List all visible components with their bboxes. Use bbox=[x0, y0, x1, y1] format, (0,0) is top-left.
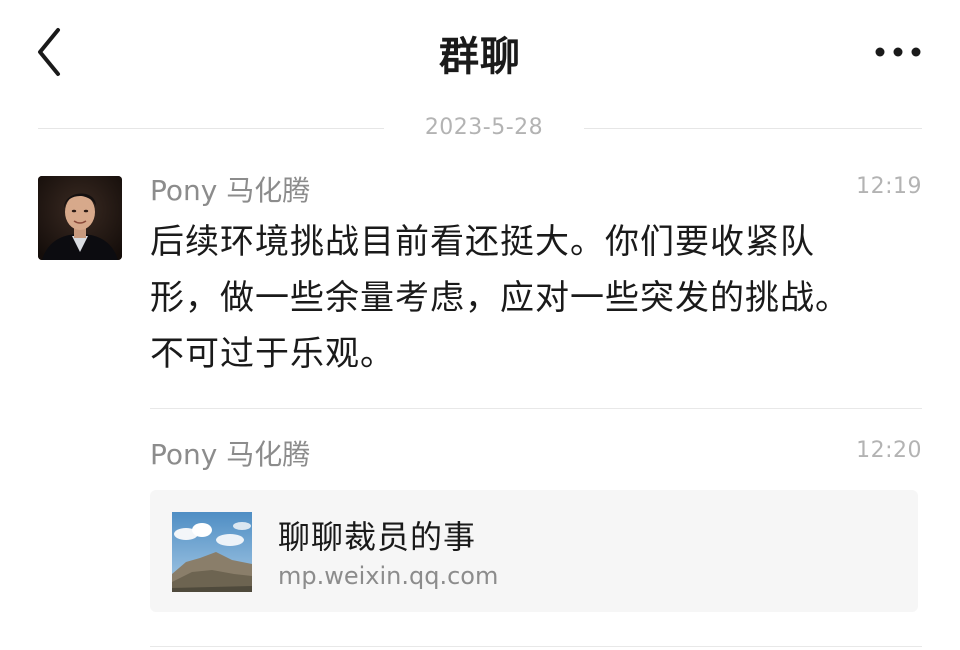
message-time: 12:19 bbox=[856, 174, 922, 199]
sender-name: Pony 马化腾 bbox=[150, 174, 311, 207]
message-separator bbox=[150, 646, 922, 647]
message-time: 12:20 bbox=[856, 438, 922, 463]
message-text-line: 不可过于乐观。 bbox=[150, 334, 395, 374]
date-divider: 2023-5-28 bbox=[38, 112, 922, 144]
divider-line bbox=[38, 128, 384, 129]
message-text[interactable]: 后续环境挑战目前看还挺大。你们要收紧队 形，做一些余量考虑，应对一些突发的挑战。… bbox=[150, 214, 922, 382]
link-thumbnail bbox=[172, 512, 252, 592]
date-label: 2023-5-28 bbox=[424, 115, 544, 140]
message-item: Pony 马化腾 12:20 bbox=[150, 436, 922, 474]
sender-name: Pony 马化腾 bbox=[150, 438, 311, 471]
landscape-thumbnail-image bbox=[172, 512, 252, 592]
message-text-line: 形，做一些余量考虑，应对一些突发的挑战。 bbox=[150, 278, 850, 318]
avatar[interactable] bbox=[38, 176, 122, 260]
message-item: Pony 马化腾 12:19 后续环境挑战目前看还挺大。你们要收紧队 形，做一些… bbox=[150, 172, 922, 382]
page-title: 群聊 bbox=[439, 34, 521, 80]
link-title: 聊聊裁员的事 bbox=[278, 518, 477, 556]
message-separator bbox=[150, 408, 922, 409]
message-text-line: 后续环境挑战目前看还挺大。你们要收紧队 bbox=[150, 222, 815, 262]
link-card[interactable]: 聊聊裁员的事 mp.weixin.qq.com bbox=[150, 490, 918, 612]
link-url: mp.weixin.qq.com bbox=[278, 562, 499, 590]
more-horizontal-icon bbox=[875, 47, 921, 57]
header-bar: 群聊 bbox=[0, 0, 960, 100]
more-button[interactable] bbox=[870, 30, 926, 74]
chat-screen: 群聊 2023-5-28 Pony 马化腾 12:19 后续环境挑战目前看还挺大… bbox=[0, 0, 960, 650]
divider-line bbox=[584, 128, 922, 129]
avatar-portrait-image bbox=[38, 176, 122, 260]
